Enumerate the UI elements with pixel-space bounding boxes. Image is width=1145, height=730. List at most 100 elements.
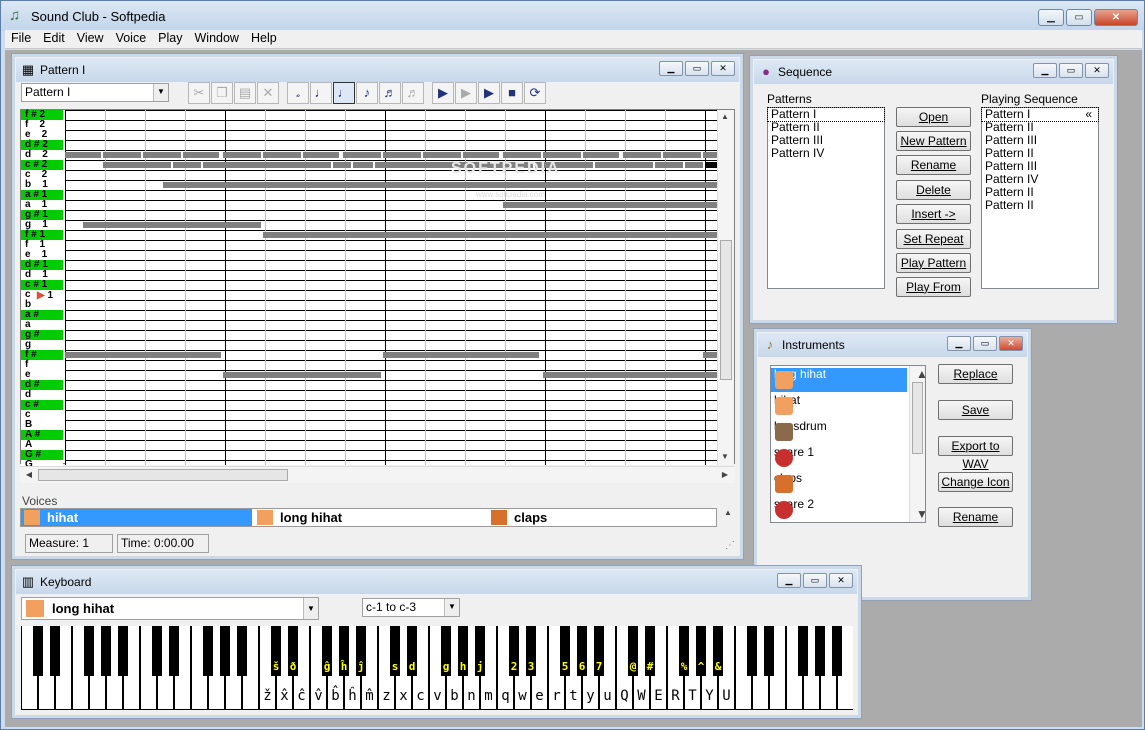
set-repeat-button[interactable]: Set Repeat	[896, 229, 971, 249]
play-pattern-button[interactable]: Play Pattern	[896, 253, 971, 273]
note-bar[interactable]	[583, 152, 619, 158]
chevron-down-icon[interactable]: ▼	[444, 599, 459, 616]
list-item[interactable]: Pattern I «	[981, 107, 1099, 122]
pattern-close-button[interactable]: ✕	[711, 61, 735, 76]
copy-icon[interactable]: ❐	[211, 82, 233, 104]
play-from-button[interactable]: Play From	[896, 277, 971, 297]
play-selection-icon[interactable]: ▶	[455, 82, 477, 104]
instruments-maximize-button[interactable]: ▭	[973, 336, 997, 351]
keyboard-instrument-select[interactable]: long hihat ▼	[21, 597, 319, 620]
list-item[interactable]: Pattern IV	[768, 147, 884, 160]
resize-grip-icon[interactable]: ⋰	[725, 540, 735, 551]
note-bar[interactable]	[163, 182, 717, 188]
list-item[interactable]: hihat	[771, 394, 907, 418]
note-bar[interactable]	[65, 152, 101, 158]
black-key[interactable]	[84, 626, 94, 676]
menu-play[interactable]: Play	[152, 30, 188, 46]
list-item[interactable]: Pattern II	[982, 199, 1098, 212]
menu-voice[interactable]: Voice	[110, 30, 153, 46]
thirtysecond-note-icon[interactable]: ♬	[402, 82, 424, 104]
insert-button[interactable]: Insert ->	[896, 204, 971, 224]
eighth-note-icon[interactable]: ♪	[356, 82, 378, 104]
black-key[interactable]	[203, 626, 213, 676]
whole-note-icon[interactable]: 𝅗	[287, 82, 309, 104]
black-key[interactable]	[798, 626, 808, 676]
stop-icon[interactable]: ■	[501, 82, 523, 104]
voices-list[interactable]: hihat long hihat claps ▲	[20, 508, 732, 527]
new-pattern-button[interactable]: New Pattern	[896, 131, 971, 151]
menu-help[interactable]: Help	[245, 30, 283, 46]
list-item[interactable]: snare 1	[771, 446, 907, 470]
rename-button[interactable]: Rename	[896, 155, 971, 175]
play-pattern-icon[interactable]: ▶	[432, 82, 454, 104]
pattern-minimize-button[interactable]: ▁	[659, 61, 683, 76]
sequence-maximize-button[interactable]: ▭	[1059, 63, 1083, 78]
note-bar[interactable]	[303, 152, 339, 158]
voice-item[interactable]: long hihat	[254, 509, 486, 526]
vertical-scrollbar[interactable]: ▲ ▼	[717, 110, 734, 465]
quarter-note-icon[interactable]: ♩	[333, 82, 355, 104]
note-bar[interactable]	[703, 152, 717, 158]
delete-icon[interactable]: ✕	[257, 82, 279, 104]
delete-button[interactable]: Delete	[896, 180, 971, 200]
close-button[interactable]: ✕	[1094, 9, 1138, 26]
note-bar[interactable]	[333, 162, 351, 168]
note-bar[interactable]	[353, 162, 373, 168]
note-grid[interactable]	[65, 110, 717, 465]
sixteenth-note-icon[interactable]: ♬	[379, 82, 401, 104]
scroll-thumb-h[interactable]	[38, 469, 288, 481]
playing-sequence-list[interactable]: Pattern I « Pattern II Pattern III Patter…	[981, 107, 1099, 289]
black-key[interactable]	[118, 626, 128, 676]
loop-icon[interactable]: ⟳	[524, 82, 546, 104]
instruments-scrollbar[interactable]: ▲ ▼	[909, 366, 925, 522]
note-bar[interactable]	[103, 162, 171, 168]
note-bar[interactable]	[503, 202, 717, 208]
note-bar[interactable]	[223, 152, 261, 158]
note-bar[interactable]	[663, 152, 701, 158]
keyboard-close-button[interactable]: ✕	[829, 573, 853, 588]
list-item[interactable]: bassdrum	[771, 420, 907, 444]
note-bar[interactable]	[223, 372, 381, 378]
note-bar[interactable]	[83, 222, 261, 228]
black-key[interactable]	[169, 626, 179, 676]
chevron-down-icon[interactable]: ▼	[153, 84, 168, 101]
piano-roll[interactable]: f # 2f 2e 2d # 2d 2c # 2c 2b 1a # 1a 1g …	[20, 109, 735, 470]
list-item[interactable]: long hihat	[771, 368, 907, 392]
save-button[interactable]: Save	[938, 400, 1013, 420]
chevron-down-icon[interactable]: ▼	[303, 598, 318, 619]
black-key[interactable]	[815, 626, 825, 676]
scroll-right-icon[interactable]: ▶	[718, 470, 732, 479]
note-bar[interactable]	[623, 152, 661, 158]
patterns-list[interactable]: Pattern I Pattern II Pattern III Pattern…	[767, 107, 885, 289]
note-bar[interactable]	[655, 162, 683, 168]
note-bar[interactable]	[263, 152, 301, 158]
note-bar[interactable]	[343, 152, 381, 158]
cut-icon[interactable]: ✂	[188, 82, 210, 104]
list-item[interactable]: claps	[771, 472, 907, 496]
open-button[interactable]: Open	[896, 107, 971, 127]
note-bar[interactable]	[183, 152, 219, 158]
note-bar[interactable]	[203, 162, 331, 168]
note-bar[interactable]	[543, 372, 717, 378]
change-icon-button[interactable]: Change Icon	[938, 472, 1013, 492]
voice-item[interactable]: claps	[488, 509, 716, 526]
instruments-close-button[interactable]: ✕	[999, 336, 1023, 351]
black-key[interactable]	[152, 626, 162, 676]
pattern-select[interactable]: Pattern I ▼	[21, 83, 169, 102]
keyboard-maximize-button[interactable]: ▭	[803, 573, 827, 588]
keyboard-minimize-button[interactable]: ▁	[777, 573, 801, 588]
note-bar[interactable]	[65, 352, 221, 358]
scroll-thumb[interactable]	[720, 240, 732, 380]
instruments-list[interactable]: long hihat hihat bassdrum snare 1 claps …	[770, 365, 926, 523]
sequence-close-button[interactable]: ✕	[1085, 63, 1109, 78]
note-bar[interactable]	[543, 152, 581, 158]
sequence-minimize-button[interactable]: ▁	[1033, 63, 1057, 78]
instruments-minimize-button[interactable]: ▁	[947, 336, 971, 351]
black-key[interactable]	[832, 626, 842, 676]
note-bar[interactable]	[423, 152, 461, 158]
menu-edit[interactable]: Edit	[37, 30, 71, 46]
horizontal-scrollbar[interactable]: ◀ ▶	[20, 466, 735, 483]
menu-file[interactable]: File	[5, 30, 37, 46]
list-item[interactable]: snare 2	[771, 498, 907, 522]
note-bar[interactable]	[263, 232, 717, 238]
